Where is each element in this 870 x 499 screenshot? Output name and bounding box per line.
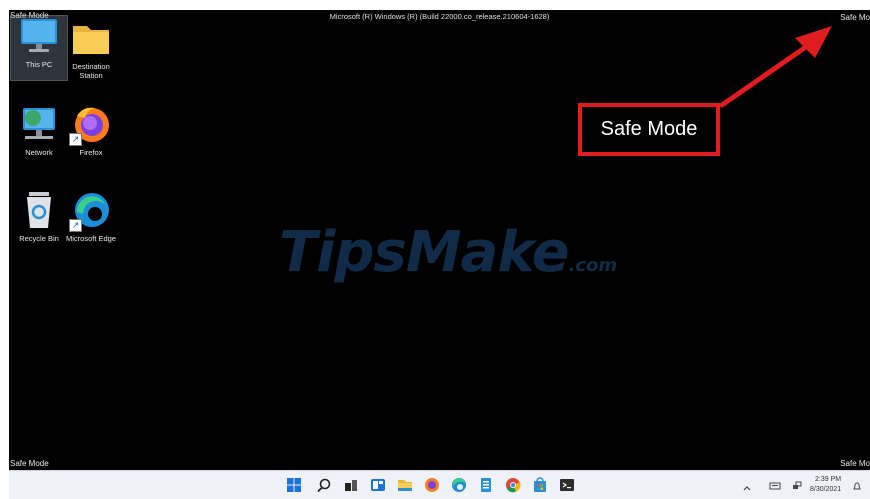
store-icon[interactable] [532, 477, 548, 493]
desktop-icon-label: This PC [25, 60, 53, 69]
terminal-icon[interactable] [559, 477, 575, 493]
taskbar: 2:39 PM 8/30/2021 [9, 470, 870, 499]
desktop-icon-label: Recycle Bin [19, 234, 59, 243]
task-view-icon[interactable] [343, 477, 359, 493]
tray-time[interactable]: 2:39 PM [815, 476, 841, 483]
chrome-icon[interactable] [505, 477, 521, 493]
recycle-bin-icon [17, 190, 61, 230]
search-icon[interactable] [316, 477, 332, 493]
watermark-suffix: .com [568, 255, 618, 276]
widgets-icon[interactable] [370, 477, 386, 493]
safe-mode-label-bottom-right: Safe Mo [840, 459, 870, 468]
desktop-icon-network[interactable]: Network [11, 104, 67, 157]
safe-mode-callout: Safe Mode [578, 103, 720, 156]
network-status-icon[interactable] [791, 479, 803, 491]
watermark-text: TipsMake [279, 220, 570, 285]
desktop-screen: Safe Mode Safe Mo Safe Mode Safe Mo Micr… [9, 10, 870, 470]
desktop-icon-label: Firefox [79, 148, 103, 157]
shortcut-arrow-icon: ↗ [69, 219, 82, 232]
this-pc-icon [17, 16, 61, 56]
desktop-icon-destination-station[interactable]: Destination Station [63, 18, 119, 80]
desktop-icon-firefox[interactable]: ↗ Firefox [63, 104, 119, 157]
shortcut-arrow-icon: ↗ [69, 133, 82, 146]
chevron-up-icon[interactable] [742, 480, 752, 491]
windows-start-icon[interactable] [286, 477, 302, 493]
edge-icon[interactable] [451, 477, 467, 493]
desktop-icon-this-pc[interactable]: This PC [10, 15, 68, 81]
notepad-icon[interactable] [478, 477, 494, 493]
edge-icon: ↗ [69, 190, 113, 232]
desktop-icon-label: Destination Station [72, 62, 110, 80]
watermark-logo: TipsMake.com [279, 220, 617, 285]
keyboard-icon[interactable] [769, 479, 781, 491]
desktop-icon-label: Network [25, 148, 53, 157]
desktop-icon-label: Microsoft Edge [65, 234, 117, 243]
desktop-icon-recycle-bin[interactable]: Recycle Bin [11, 190, 67, 243]
tray-date[interactable]: 8/30/2021 [810, 486, 841, 493]
desktop-icon-edge[interactable]: ↗ Microsoft Edge [63, 190, 119, 243]
notification-icon[interactable] [851, 479, 863, 491]
firefox-icon[interactable] [424, 477, 440, 493]
file-explorer-icon[interactable] [397, 477, 413, 493]
network-icon [17, 104, 61, 144]
firefox-icon: ↗ [69, 104, 113, 146]
safe-mode-label-bottom-left: Safe Mode [10, 459, 49, 468]
build-info-text: Microsoft (R) Windows (R) (Build 22000.c… [329, 12, 550, 21]
folder-icon [69, 18, 113, 58]
